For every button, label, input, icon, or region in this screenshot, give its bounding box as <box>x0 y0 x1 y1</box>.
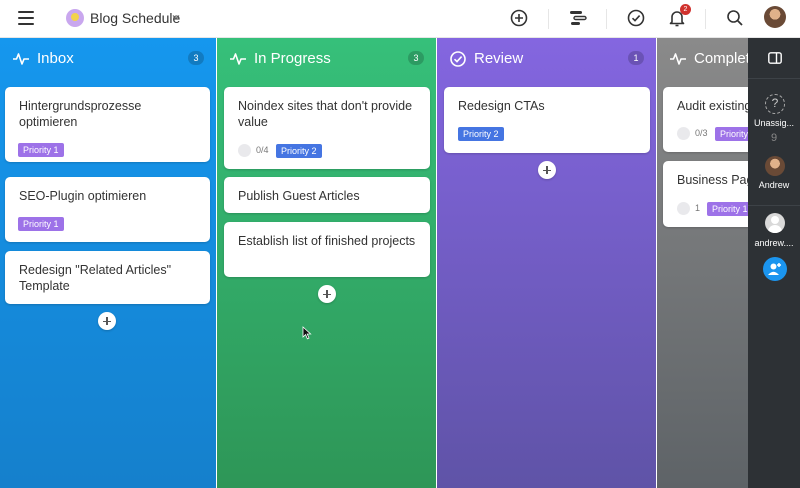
chevron-down-icon[interactable] <box>172 13 180 21</box>
panel-divider <box>748 205 800 206</box>
activity-icon <box>13 53 29 65</box>
search-icon[interactable] <box>725 8 745 28</box>
task-card[interactable]: Hintergrundsprozesse optimieren Priority… <box>5 87 210 162</box>
project-title[interactable]: Blog Schedule <box>90 10 180 26</box>
activity-icon <box>230 53 246 65</box>
card-title: Redesign "Related Articles" Template <box>19 263 172 293</box>
assignee-name[interactable]: Andrew <box>748 180 800 190</box>
column-count: 1 <box>628 51 644 65</box>
unassigned-label[interactable]: Unassig... <box>748 118 800 128</box>
panel-divider <box>748 78 800 79</box>
assignee-name[interactable]: andrew.... <box>748 238 800 248</box>
task-card[interactable]: Business Page 1 Priority 1 <box>663 161 748 227</box>
column-count: 3 <box>188 51 204 65</box>
unassigned-icon[interactable]: ? <box>765 94 785 114</box>
column-title: In Progress <box>254 50 331 67</box>
card-title: Redesign CTAs <box>458 99 545 113</box>
add-card-button[interactable] <box>98 312 116 330</box>
assignee-avatar[interactable] <box>765 156 785 176</box>
priority-tag: Priority 1 <box>18 217 64 231</box>
top-bar: Blog Schedule 2 <box>0 0 800 38</box>
mouse-cursor-icon <box>302 326 312 340</box>
column-title: Review <box>474 50 524 67</box>
add-user-icon <box>768 263 781 275</box>
priority-tag: Priority <box>715 127 748 141</box>
task-card[interactable]: Redesign CTAs Priority 2 <box>444 87 650 153</box>
timeline-icon[interactable] <box>568 8 588 28</box>
unassigned-count: 9 <box>770 132 778 144</box>
add-card-button[interactable] <box>538 161 556 179</box>
column-title: Complete <box>694 50 748 67</box>
column-count: 3 <box>408 51 424 65</box>
column-complete: Complete Audit existing 0/3 Priority Bus… <box>657 38 748 488</box>
link-icon <box>677 202 690 215</box>
column-header[interactable]: Complete <box>657 38 748 78</box>
card-title: Business Page <box>677 173 748 187</box>
column-header[interactable]: Inbox 3 <box>0 38 216 78</box>
task-card[interactable]: Redesign "Related Articles" Template <box>5 251 210 304</box>
add-card-button[interactable] <box>318 285 336 303</box>
card-title: Establish list of finished projects <box>238 234 416 248</box>
column-header[interactable]: Review 1 <box>437 38 656 78</box>
task-card[interactable]: Audit existing 0/3 Priority <box>663 87 748 152</box>
check-circle-icon[interactable] <box>626 8 646 28</box>
checklist-progress: 0/4 <box>256 145 269 155</box>
task-card[interactable]: Establish list of finished projects <box>224 222 430 277</box>
checklist-icon <box>677 127 690 140</box>
card-title: SEO-Plugin optimieren <box>19 189 147 203</box>
check-circle-icon <box>450 51 466 67</box>
task-card[interactable]: Publish Guest Articles <box>224 177 430 213</box>
activity-icon <box>670 53 686 65</box>
add-assignee-button[interactable] <box>763 257 787 281</box>
project-bulb-icon <box>66 9 84 27</box>
priority-tag: Priority 1 <box>707 202 748 216</box>
priority-tag: Priority 1 <box>18 143 64 157</box>
column-inbox: Inbox 3 Hintergrundsprozesse optimieren … <box>0 38 216 488</box>
task-card[interactable]: SEO-Plugin optimieren Priority 1 <box>5 177 210 242</box>
card-title: Noindex sites that don't provide value <box>238 99 413 129</box>
user-avatar[interactable] <box>764 6 786 28</box>
add-circle-icon[interactable] <box>509 8 529 28</box>
link-count: 1 <box>695 203 701 213</box>
toolbar-divider <box>548 9 549 29</box>
column-header[interactable]: In Progress 3 <box>217 38 436 78</box>
notification-badge: 2 <box>680 4 691 15</box>
column-title: Inbox <box>37 50 74 67</box>
toolbar-divider <box>606 9 607 29</box>
column-review: Review 1 Redesign CTAs Priority 2 <box>437 38 656 488</box>
task-card[interactable]: Noindex sites that don't provide value 0… <box>224 87 430 169</box>
card-title: Publish Guest Articles <box>238 189 360 203</box>
priority-tag: Priority 2 <box>276 144 322 158</box>
card-title: Hintergrundsprozesse optimieren <box>19 99 142 129</box>
toolbar-divider <box>705 9 706 29</box>
assignee-avatar[interactable] <box>765 213 785 233</box>
hamburger-menu-icon[interactable] <box>18 11 34 25</box>
column-in-progress: In Progress 3 Noindex sites that don't p… <box>217 38 436 488</box>
priority-tag: Priority 2 <box>458 127 504 141</box>
card-title: Audit existing <box>677 99 748 113</box>
checklist-progress: 0/3 <box>695 128 708 138</box>
checklist-icon <box>238 144 251 157</box>
panel-layout-icon[interactable] <box>768 52 782 64</box>
